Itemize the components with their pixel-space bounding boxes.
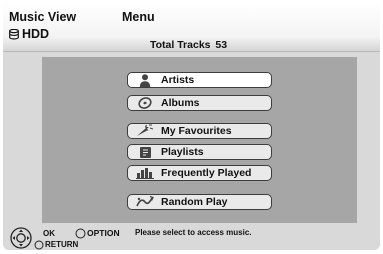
drive-indicator: HDD <box>9 27 49 41</box>
menu-item-label: Frequently Played <box>161 167 252 179</box>
random-play-icon <box>134 195 156 209</box>
return-button-icon <box>34 240 44 250</box>
total-tracks-value: 53 <box>215 39 228 51</box>
playlist-icon <box>134 145 156 159</box>
menu-panel: Artists Albums My Favourites Playlists F… <box>42 57 357 223</box>
total-tracks: Total Tracks 53 <box>148 39 227 51</box>
menu-item-playlists[interactable]: Playlists <box>127 144 272 160</box>
menu-item-label: Albums <box>161 97 200 109</box>
drive-label: HDD <box>22 27 50 41</box>
music-view-screen: Music View HDD Menu Total Tracks 53 Arti… <box>3 4 380 250</box>
option-label: OPTION <box>87 228 120 238</box>
help-hint: Please select to access music. <box>135 228 252 237</box>
menu-item-frequently-played[interactable]: Frequently Played <box>127 165 272 181</box>
menu-item-label: Playlists <box>161 146 204 158</box>
favourite-icon <box>134 124 156 138</box>
menu-item-label: Artists <box>161 74 195 86</box>
menu-item-albums[interactable]: Albums <box>127 95 272 111</box>
frequently-played-icon <box>134 166 156 180</box>
view-title: Music View <box>9 10 77 24</box>
person-icon <box>134 73 156 87</box>
header-bar: Music View HDD Menu Total Tracks 53 <box>3 4 380 52</box>
ok-label: OK <box>43 229 55 238</box>
menu-item-label: My Favourites <box>161 125 232 137</box>
menu-item-artists[interactable]: Artists <box>127 72 272 88</box>
menu-item-random-play[interactable]: Random Play <box>127 194 272 210</box>
option-button-icon <box>75 228 86 239</box>
hdd-icon <box>9 28 19 40</box>
menu-title: Menu <box>122 10 155 24</box>
menu-item-label: Random Play <box>161 196 228 208</box>
disc-icon <box>134 96 156 110</box>
return-label: RETURN <box>45 240 79 249</box>
navigation-pad-icon <box>10 227 32 249</box>
total-tracks-label: Total Tracks <box>150 39 211 51</box>
menu-item-my-favourites[interactable]: My Favourites <box>127 123 272 139</box>
footer-bar: OK RETURN OPTION Please select to access… <box>3 223 380 250</box>
